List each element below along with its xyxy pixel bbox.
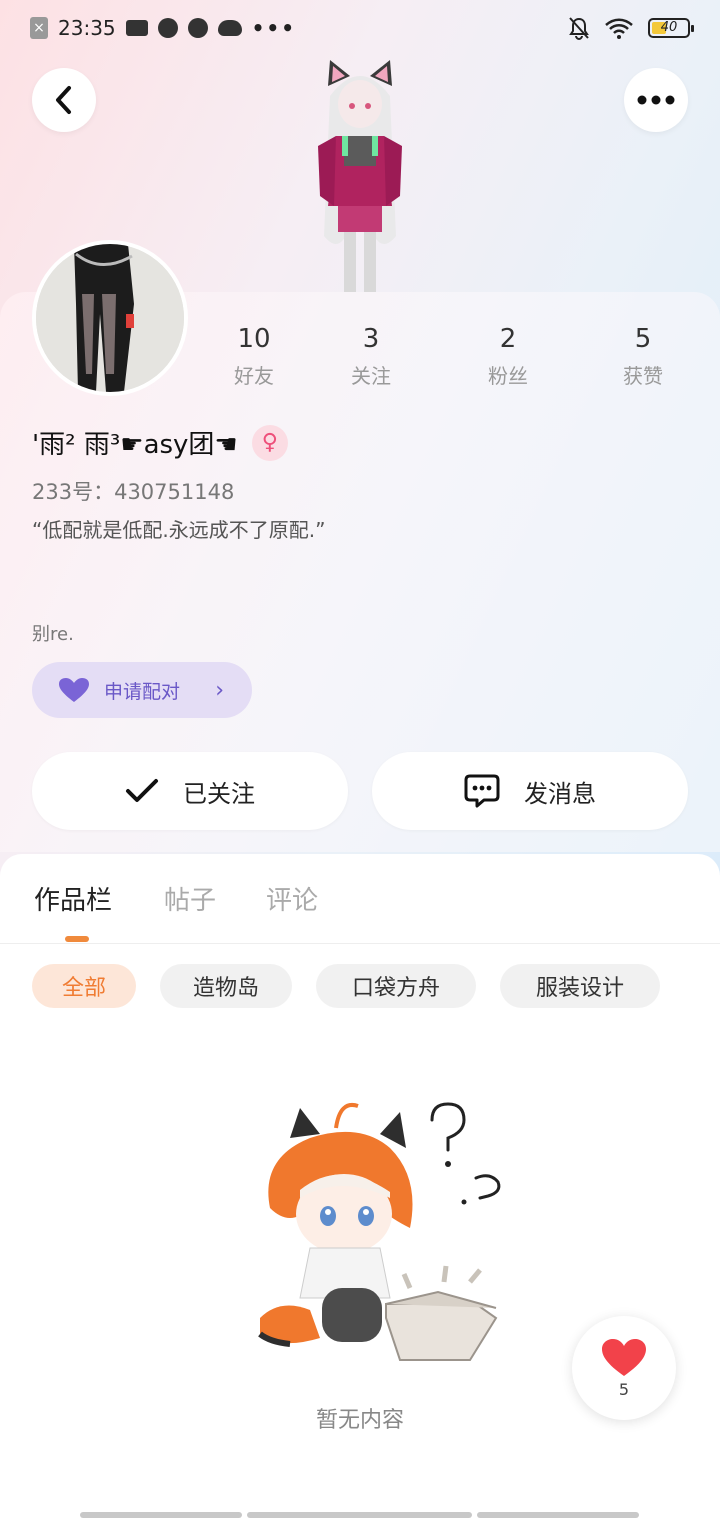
stat-label: 粉丝	[488, 364, 528, 388]
chevron-left-icon	[56, 86, 71, 114]
user-avatar[interactable]	[32, 240, 188, 396]
wifi-icon	[605, 18, 633, 39]
stat-value: 2	[499, 324, 517, 354]
filter-clothing-design[interactable]: 服装设计	[500, 964, 660, 1008]
battery-icon: 40	[648, 18, 694, 38]
stat-value: 5	[634, 324, 652, 354]
status-time: 23:35	[58, 16, 116, 40]
filter-pocket-ark[interactable]: 口袋方舟	[316, 964, 476, 1008]
heart-icon	[602, 1338, 646, 1376]
content-tabs: 作品栏 帖子 评论	[0, 854, 720, 944]
username-row: '雨² 雨³☛asy团☚ ♀	[32, 424, 288, 461]
checkmark-icon	[126, 779, 158, 802]
avatar-3d-figure[interactable]	[300, 56, 420, 292]
avatar-image	[36, 244, 184, 392]
home-indicator-segment	[477, 1512, 639, 1518]
mute-bell-icon	[569, 17, 589, 40]
home-indicator-segment	[247, 1512, 472, 1518]
stat-following[interactable]: 3 关注	[321, 324, 421, 389]
heart-icon	[59, 678, 89, 702]
cloud-icon	[217, 20, 242, 36]
back-button[interactable]	[32, 68, 96, 132]
stat-value: 3	[362, 324, 380, 354]
chat-bubble-icon	[464, 774, 500, 808]
empty-state-illustration	[258, 1102, 501, 1361]
video-icon	[125, 20, 148, 36]
more-notifications-icon: •••	[251, 16, 296, 40]
tab-indicator	[65, 936, 89, 942]
chevron-right-icon: ›	[215, 677, 224, 703]
send-message-button[interactable]: 发消息	[372, 752, 688, 830]
status-bar: × 23:35 ••• 40	[0, 0, 720, 56]
tab-comments[interactable]: 评论	[266, 880, 318, 917]
app-icon	[187, 18, 208, 38]
planet-icon	[157, 18, 178, 38]
apply-pair-label: 申请配对	[104, 680, 181, 703]
content-panel: 作品栏 帖子 评论 全部 造物岛 口袋方舟 服装设计 暂无内容	[0, 854, 720, 1520]
filter-all[interactable]: 全部	[32, 964, 136, 1008]
tab-posts[interactable]: 帖子	[164, 880, 216, 917]
more-options-button[interactable]	[624, 68, 688, 132]
female-icon: ♀	[251, 424, 288, 461]
stat-label: 获赞	[623, 364, 663, 388]
app-notification-icon: ×	[30, 17, 48, 39]
bio: “低配就是低配.永远成不了原配.”	[32, 518, 326, 542]
filter-creation-island[interactable]: 造物岛	[160, 964, 292, 1008]
more-dots-icon	[637, 95, 675, 105]
stat-fans[interactable]: 2 粉丝	[458, 324, 558, 389]
battery-level: 40	[660, 20, 678, 35]
username: '雨² 雨³☛asy团☚	[32, 430, 238, 460]
stat-likes[interactable]: 5 获赞	[593, 324, 693, 389]
stat-friends[interactable]: 10 好友	[204, 324, 304, 389]
send-message-label: 发消息	[524, 779, 596, 808]
like-button[interactable]: 5	[572, 1316, 676, 1420]
apply-pair-button[interactable]: 申请配对 ›	[32, 662, 252, 718]
stat-label: 好友	[234, 364, 274, 388]
stat-value: 10	[237, 324, 271, 354]
profile-note: 别re.	[32, 624, 74, 645]
following-button[interactable]: 已关注	[32, 752, 348, 830]
following-label: 已关注	[183, 779, 255, 808]
tab-works[interactable]: 作品栏	[34, 880, 112, 917]
profile-stats: 10 好友 3 关注 2 粉丝 5 获赞	[200, 324, 720, 394]
home-indicator-segment	[80, 1512, 242, 1518]
like-count: 5	[618, 1379, 630, 1399]
stat-label: 关注	[351, 364, 391, 388]
user-id: 233号：430751148	[32, 480, 235, 504]
